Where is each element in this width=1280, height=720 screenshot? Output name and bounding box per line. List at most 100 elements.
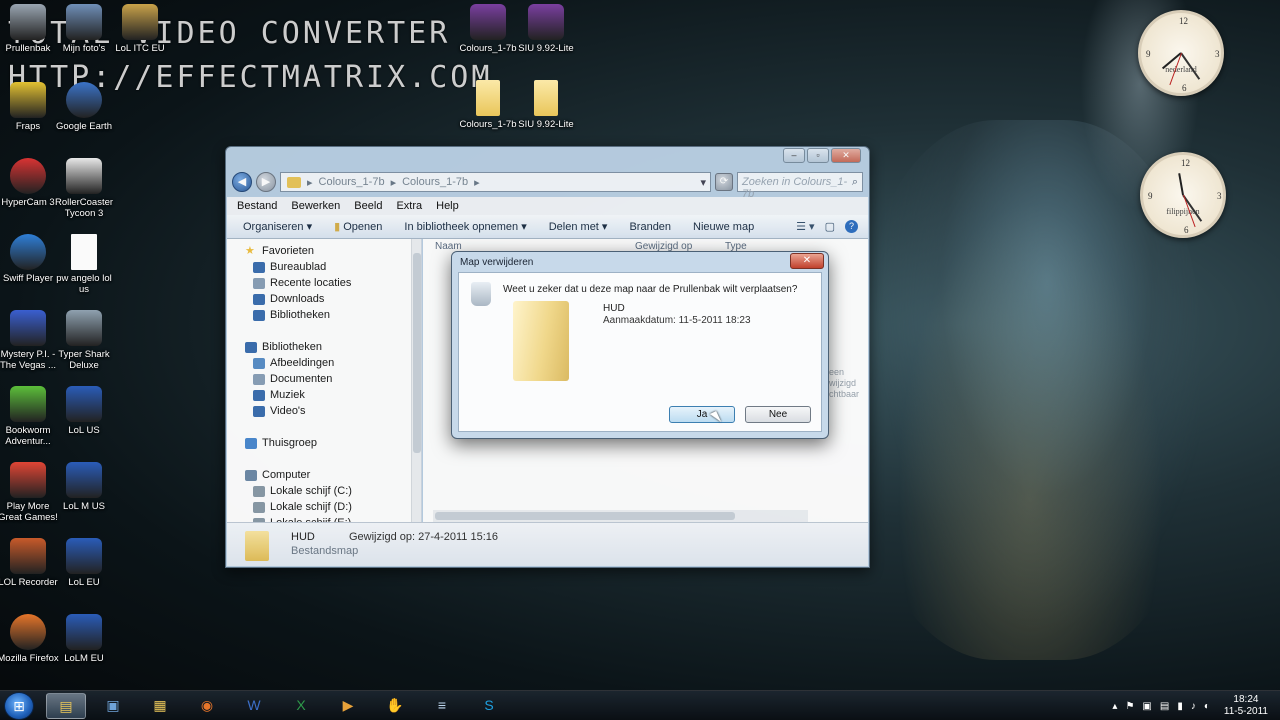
open-button[interactable]: ▮ Openen <box>334 220 382 233</box>
device-icon[interactable]: ▣ <box>1142 701 1151 712</box>
desktop-icon[interactable]: LoL ITC EU <box>108 4 172 54</box>
show-hidden-icons-icon[interactable]: ▴ <box>1112 701 1117 712</box>
desktop-icon[interactable]: Mystery P.I. - The Vegas ... <box>0 310 60 371</box>
lol-recorder-icon <box>10 538 46 574</box>
desktop-icon[interactable]: Play More Great Games! <box>0 462 60 523</box>
taskbar-notepad-icon[interactable]: ≡ <box>422 693 462 719</box>
desktop-icon[interactable]: Mozilla Firefox <box>0 614 60 664</box>
view-options-icon[interactable]: ☰ ▾ <box>796 220 814 233</box>
organize-button[interactable]: Organiseren ▾ <box>243 220 312 233</box>
include-in-library-button[interactable]: In bibliotheek opnemen ▾ <box>404 220 526 233</box>
no-button[interactable]: Nee <box>745 406 811 423</box>
desktop-icon[interactable]: RollerCoaster Tycoon 3 <box>52 158 116 219</box>
forward-button[interactable]: ▶ <box>256 172 276 192</box>
taskbar-skype-icon[interactable]: S <box>469 693 509 719</box>
nav-item[interactable]: Video's <box>227 403 421 419</box>
dialog-close-button[interactable]: ✕ <box>790 253 824 269</box>
desktop-icon[interactable]: HyperCam 3 <box>0 158 60 208</box>
taskbar-media-player-icon[interactable]: ▶ <box>328 693 368 719</box>
volume-icon[interactable]: ♪ <box>1191 701 1196 712</box>
taskbar-word-icon[interactable]: W <box>234 693 274 719</box>
address-bar[interactable]: ▸ Colours_1-7b ▸ Colours_1-7b ▸ ▾ <box>280 172 711 192</box>
computer-icon <box>245 469 257 481</box>
desktop-icon[interactable]: Colours_1-7b <box>456 4 520 54</box>
nav-item[interactable]: Lokale schijf (E:) <box>227 515 421 522</box>
network-icon[interactable]: ▤ <box>1160 701 1169 712</box>
desktop-icon[interactable]: Bookworm Adventur... <box>0 386 60 447</box>
menu-edit[interactable]: Bewerken <box>291 200 340 212</box>
back-button[interactable]: ◀ <box>232 172 252 192</box>
desktop-icon[interactable]: SIU 9.92-Lite <box>514 4 578 54</box>
menu-view[interactable]: Beeld <box>354 200 382 212</box>
desktop-icon[interactable]: Mijn foto's <box>52 4 116 54</box>
menu-tools[interactable]: Extra <box>396 200 422 212</box>
clock-gadget-nederland[interactable]: 12 3 6 9 nederland <box>1138 10 1224 96</box>
google-earth-icon <box>66 82 102 118</box>
taskbar-app-icon[interactable]: ▣ <box>93 693 133 719</box>
desktop-icon[interactable]: LoL EU <box>52 538 116 588</box>
refresh-button[interactable]: ⟳ <box>715 173 733 191</box>
desktop-icon[interactable]: Swiff Player <box>0 234 60 284</box>
taskbar-excel-icon[interactable]: X <box>281 693 321 719</box>
nav-item-label: Afbeeldingen <box>270 357 335 369</box>
clock-gadget-filippijnen[interactable]: 12 3 6 9 filippijnen <box>1140 152 1226 238</box>
desktop-icon[interactable]: Google Earth <box>52 82 116 132</box>
breadcrumb-item[interactable]: Colours_1-7b <box>319 176 385 188</box>
menu-help[interactable]: Help <box>436 200 459 212</box>
nav-item[interactable]: Bibliotheken <box>227 307 421 323</box>
nav-item[interactable]: Downloads <box>227 291 421 307</box>
close-button[interactable]: ✕ <box>831 148 861 163</box>
breadcrumb-item[interactable]: Colours_1-7b <box>402 176 468 188</box>
desktop-icon[interactable]: Prullenbak <box>0 4 60 54</box>
taskbar-fraps-icon[interactable]: ✋ <box>375 693 415 719</box>
preview-pane-icon[interactable]: ▢ <box>825 220 835 233</box>
search-input[interactable]: Zoeken in Colours_1-7b ⌕ <box>737 172 863 200</box>
nav-item[interactable]: Recente locaties <box>227 275 421 291</box>
navigation-scrollbar[interactable] <box>411 239 421 522</box>
mystery-icon <box>10 310 46 346</box>
nav-item[interactable]: Lokale schijf (D:) <box>227 499 421 515</box>
column-text: een wijzigd chtbaar <box>829 367 860 399</box>
taskbar-date: 11-5-2011 <box>1223 706 1268 717</box>
nav-item[interactable]: Computer <box>227 467 421 483</box>
help-icon[interactable]: ? <box>845 220 858 233</box>
nav-item-label: Downloads <box>270 293 325 305</box>
chevron-down-icon[interactable]: ▾ <box>700 176 710 189</box>
maximize-button[interactable]: ▫ <box>807 148 829 163</box>
nav-item[interactable]: Lokale schijf (C:) <box>227 483 421 499</box>
taskbar-folder-icon[interactable]: ▦ <box>140 693 180 719</box>
nav-item[interactable]: Bureaublad <box>227 259 421 275</box>
menu-file[interactable]: Bestand <box>237 200 277 212</box>
action-center-icon[interactable]: ⚑ <box>1125 701 1134 712</box>
speaker-icon[interactable]: ◐ <box>1204 701 1210 712</box>
yes-button[interactable]: Ja <box>669 406 735 423</box>
desktop-icon[interactable]: Fraps <box>0 82 60 132</box>
taskbar-firefox-icon[interactable]: ◉ <box>187 693 227 719</box>
taskbar-clock[interactable]: 18:24 11-5-2011 <box>1224 694 1268 718</box>
desktop-icon-label: LoL ITC EU <box>115 43 165 54</box>
nav-item[interactable]: Afbeeldingen <box>227 355 421 371</box>
nav-item[interactable]: Muziek <box>227 387 421 403</box>
desktop-icon[interactable]: Colours_1-7b <box>456 80 520 130</box>
desktop-icon[interactable]: SIU 9.92-Lite <box>514 80 578 130</box>
desktop-icon[interactable]: LOL Recorder <box>0 538 60 588</box>
desktop-icon[interactable]: Typer Shark Deluxe <box>52 310 116 371</box>
delete-folder-dialog[interactable]: Map verwijderen ✕ Weet u zeker dat u dez… <box>451 251 829 439</box>
start-button[interactable]: ⊞ <box>4 692 34 720</box>
nav-item[interactable]: Thuisgroep <box>227 435 421 451</box>
new-folder-button[interactable]: Nieuwe map <box>693 221 754 233</box>
desktop-icon[interactable]: LoL US <box>52 386 116 436</box>
nav-item[interactable]: Bibliotheken <box>227 339 421 355</box>
nav-item[interactable]: Documenten <box>227 371 421 387</box>
signal-icon[interactable]: ▮ <box>1177 701 1183 712</box>
minimize-button[interactable]: – <box>783 148 805 163</box>
desktop-icon[interactable]: LoLM EU <box>52 614 116 664</box>
burn-button[interactable]: Branden <box>629 221 671 233</box>
share-with-button[interactable]: Delen met ▾ <box>549 220 608 233</box>
taskbar-explorer-icon[interactable]: ▤ <box>46 693 86 719</box>
nav-item[interactable]: ★ Favorieten <box>227 243 421 259</box>
file-list-scrollbar[interactable] <box>433 510 808 522</box>
desktop-icon[interactable]: LoL M US <box>52 462 116 512</box>
desktop-icon[interactable]: pw angelo lol us <box>52 234 116 295</box>
